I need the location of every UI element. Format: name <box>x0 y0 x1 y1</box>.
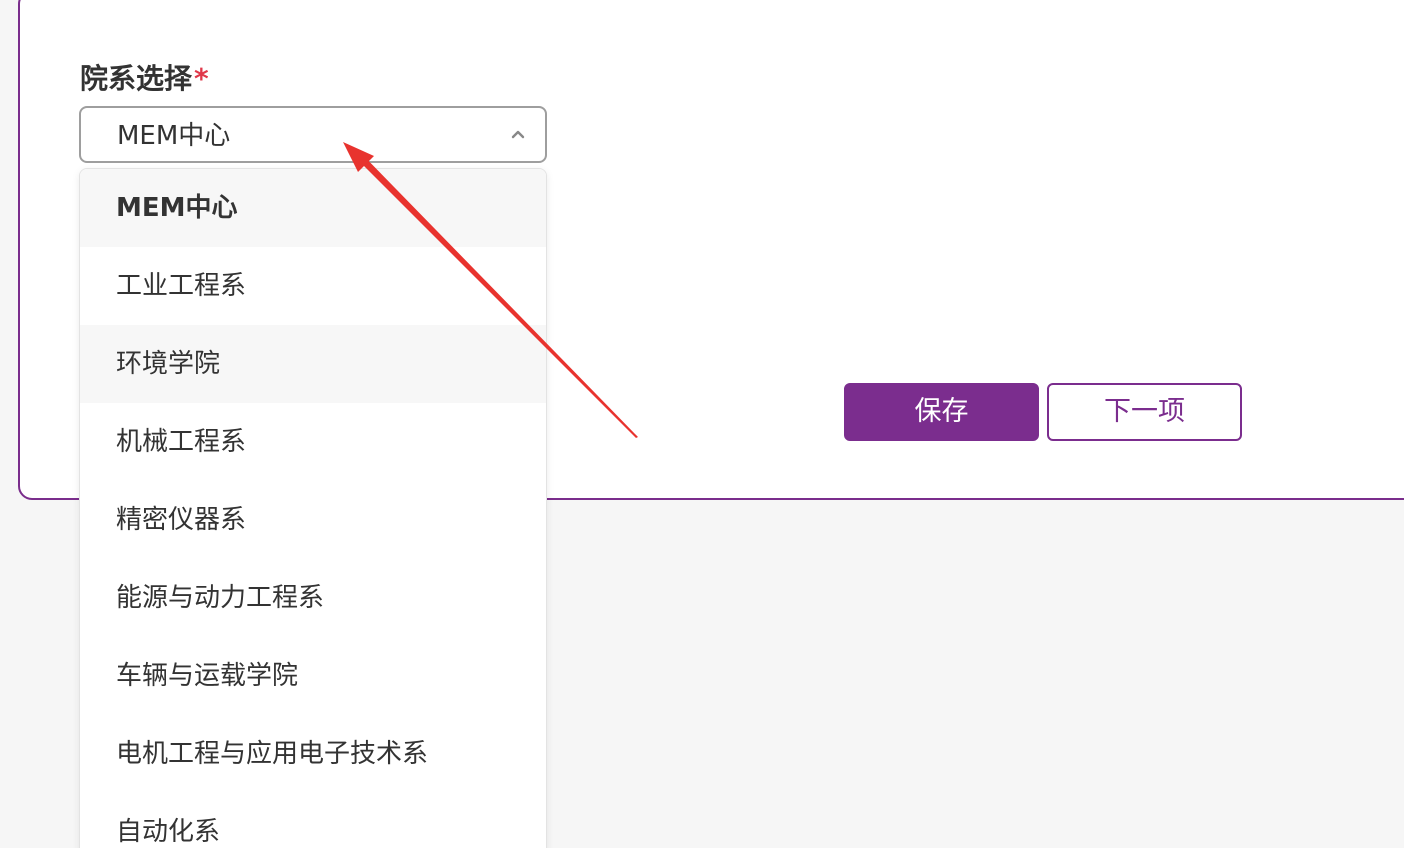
department-label-text: 院系选择 <box>80 62 193 95</box>
next-item-button[interactable]: 下一项 <box>1047 383 1242 441</box>
department-select-value: MEM中心 <box>117 121 231 151</box>
dropdown-option[interactable]: 环境学院 <box>80 325 546 403</box>
department-dropdown-list: MEM中心 工业工程系 环境学院 机械工程系 精密仪器系 能源与动力工程系 车辆… <box>79 168 547 848</box>
dropdown-option[interactable]: 车辆与运载学院 <box>80 637 546 715</box>
dropdown-option[interactable]: 工业工程系 <box>80 247 546 325</box>
required-mark: * <box>194 62 209 95</box>
dropdown-option[interactable]: 自动化系 <box>80 793 546 848</box>
dropdown-option[interactable]: 能源与动力工程系 <box>80 559 546 637</box>
department-select[interactable]: MEM中心 <box>79 106 547 163</box>
dropdown-option[interactable]: 电机工程与应用电子技术系 <box>80 715 546 793</box>
dropdown-option[interactable]: MEM中心 <box>80 169 546 247</box>
chevron-up-icon <box>511 130 525 139</box>
department-label: 院系选择* <box>80 60 209 98</box>
save-button[interactable]: 保存 <box>844 383 1039 441</box>
dropdown-option[interactable]: 机械工程系 <box>80 403 546 481</box>
dropdown-option[interactable]: 精密仪器系 <box>80 481 546 559</box>
